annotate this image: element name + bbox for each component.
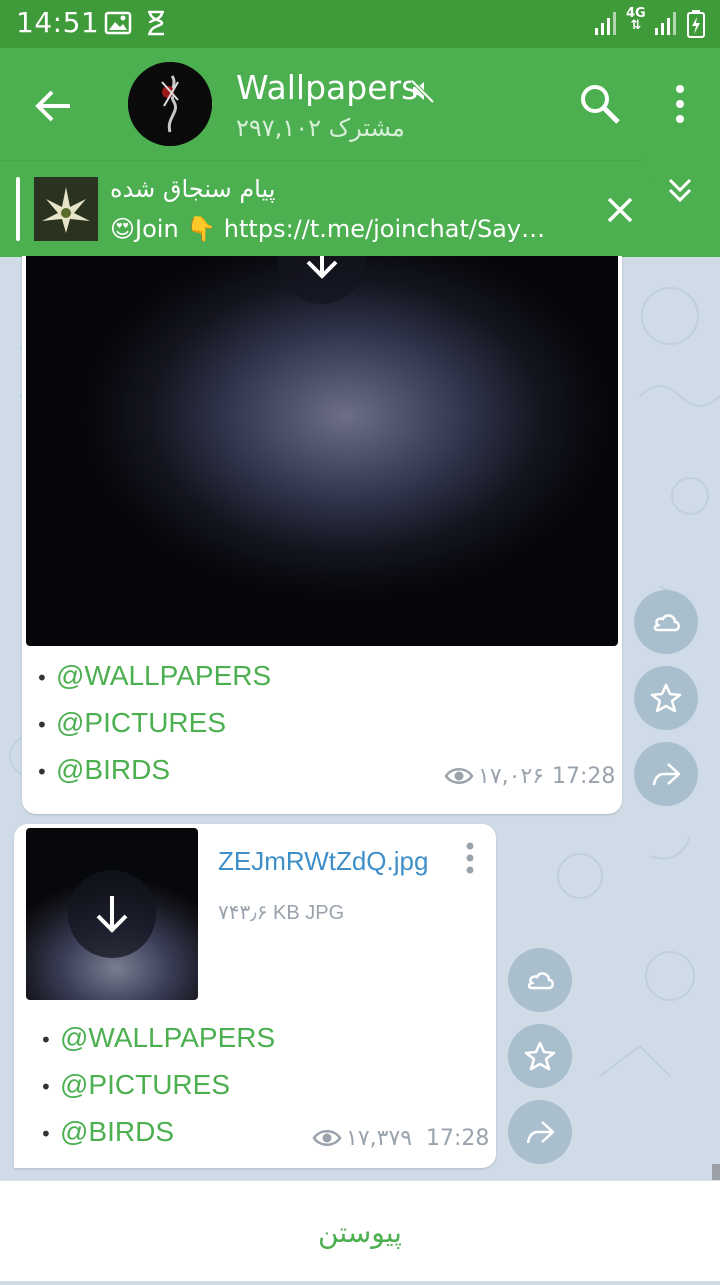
view-count: ۱۷,۰۲۶ <box>478 764 545 789</box>
bottom-bar: پیوستن <box>0 1180 720 1281</box>
share-arrow-icon <box>652 763 681 786</box>
save-to-cloud-button[interactable] <box>508 948 572 1012</box>
bullet: • <box>36 666 48 690</box>
more-vertical-icon <box>676 85 684 123</box>
signal-icon-2 <box>654 10 678 40</box>
scroll-down-tab[interactable] <box>640 158 720 220</box>
status-bar: 14:51 4G ⇅ <box>0 0 720 48</box>
file-options-button[interactable] <box>460 840 480 880</box>
download-button[interactable] <box>278 256 366 304</box>
download-arrow-icon <box>306 256 338 279</box>
star-icon <box>524 1041 556 1071</box>
search-button[interactable] <box>576 80 624 128</box>
bullet: • <box>40 1122 52 1146</box>
image-icon <box>104 10 132 40</box>
tag-wallpapers[interactable]: @WALLPAPERS <box>56 660 271 692</box>
favorite-button[interactable] <box>508 1024 572 1088</box>
close-pinned-button[interactable] <box>604 194 636 230</box>
tag-birds[interactable]: @BIRDS <box>60 1116 174 1148</box>
tag-birds[interactable]: @BIRDS <box>56 754 170 786</box>
pinned-thumbnail <box>34 177 98 241</box>
bullet: • <box>36 760 48 784</box>
channel-title[interactable]: Wallpapers <box>236 68 418 107</box>
file-name[interactable]: ZEJmRWtZdQ.jpg <box>218 846 428 877</box>
signal-icon <box>594 10 618 40</box>
arrow-left-icon <box>35 90 70 122</box>
hourglass-icon <box>144 10 168 40</box>
file-message[interactable]: ZEJmRWtZdQ.jpg ۷۴۳٫۶ KB JPG • @WALLPAPER… <box>14 824 496 1168</box>
cloud-icon <box>527 972 554 990</box>
share-button[interactable] <box>634 742 698 806</box>
share-button[interactable] <box>508 1100 572 1164</box>
photo-message[interactable]: • @WALLPAPERS • @PICTURES • @BIRDS ۱۷,۰۲… <box>22 256 622 814</box>
file-size: ۷۴۳٫۶ KB JPG <box>218 902 345 924</box>
views-eye-icon <box>312 1130 342 1146</box>
view-count: ۱۷,۳۷۹ <box>346 1126 413 1151</box>
battery-charging-icon <box>686 10 706 42</box>
tag-wallpapers[interactable]: @WALLPAPERS <box>60 1022 275 1054</box>
bullet: • <box>40 1028 52 1052</box>
favorite-button[interactable] <box>634 666 698 730</box>
star-icon <box>650 683 682 713</box>
status-time: 14:51 <box>16 6 100 39</box>
share-arrow-icon <box>526 1121 555 1144</box>
back-button[interactable] <box>22 76 82 136</box>
channel-avatar[interactable] <box>128 62 212 146</box>
close-icon <box>607 197 633 223</box>
file-thumbnail[interactable] <box>26 828 198 1000</box>
bullet: • <box>36 713 48 737</box>
search-icon <box>581 85 620 124</box>
pinned-text: 😍Join 👇 https://t.me/joinchat/Say… <box>110 215 546 243</box>
cloud-icon <box>653 614 680 632</box>
muted-speaker-icon <box>410 78 436 108</box>
4g-icon: 4G ⇅ <box>626 6 646 33</box>
chat-area[interactable]: • @WALLPAPERS • @PICTURES • @BIRDS ۱۷,۰۲… <box>0 256 720 1180</box>
save-to-cloud-button[interactable] <box>634 590 698 654</box>
pinned-indicator <box>16 177 20 241</box>
tag-pictures[interactable]: @PICTURES <box>56 707 226 739</box>
more-menu-button[interactable] <box>664 82 696 126</box>
photo-preview[interactable] <box>26 256 618 646</box>
message-time: 17:28 <box>552 764 616 789</box>
join-channel-button[interactable]: پیوستن <box>0 1181 720 1281</box>
download-arrow-icon <box>96 896 128 933</box>
message-time: 17:28 <box>426 1126 490 1151</box>
bullet: • <box>40 1075 52 1099</box>
views-eye-icon <box>444 768 474 784</box>
subscriber-count: ۲۹۷,۱۰۲ مشترک <box>236 114 405 142</box>
network-label: 4G <box>626 6 646 21</box>
chat-header: Wallpapers ۲۹۷,۱۰۲ مشترک <box>0 48 720 160</box>
pinned-title: پیام سنجاق شده <box>110 175 276 203</box>
more-vertical-icon <box>466 842 474 874</box>
tag-pictures[interactable]: @PICTURES <box>60 1069 230 1101</box>
download-button[interactable] <box>68 870 156 958</box>
